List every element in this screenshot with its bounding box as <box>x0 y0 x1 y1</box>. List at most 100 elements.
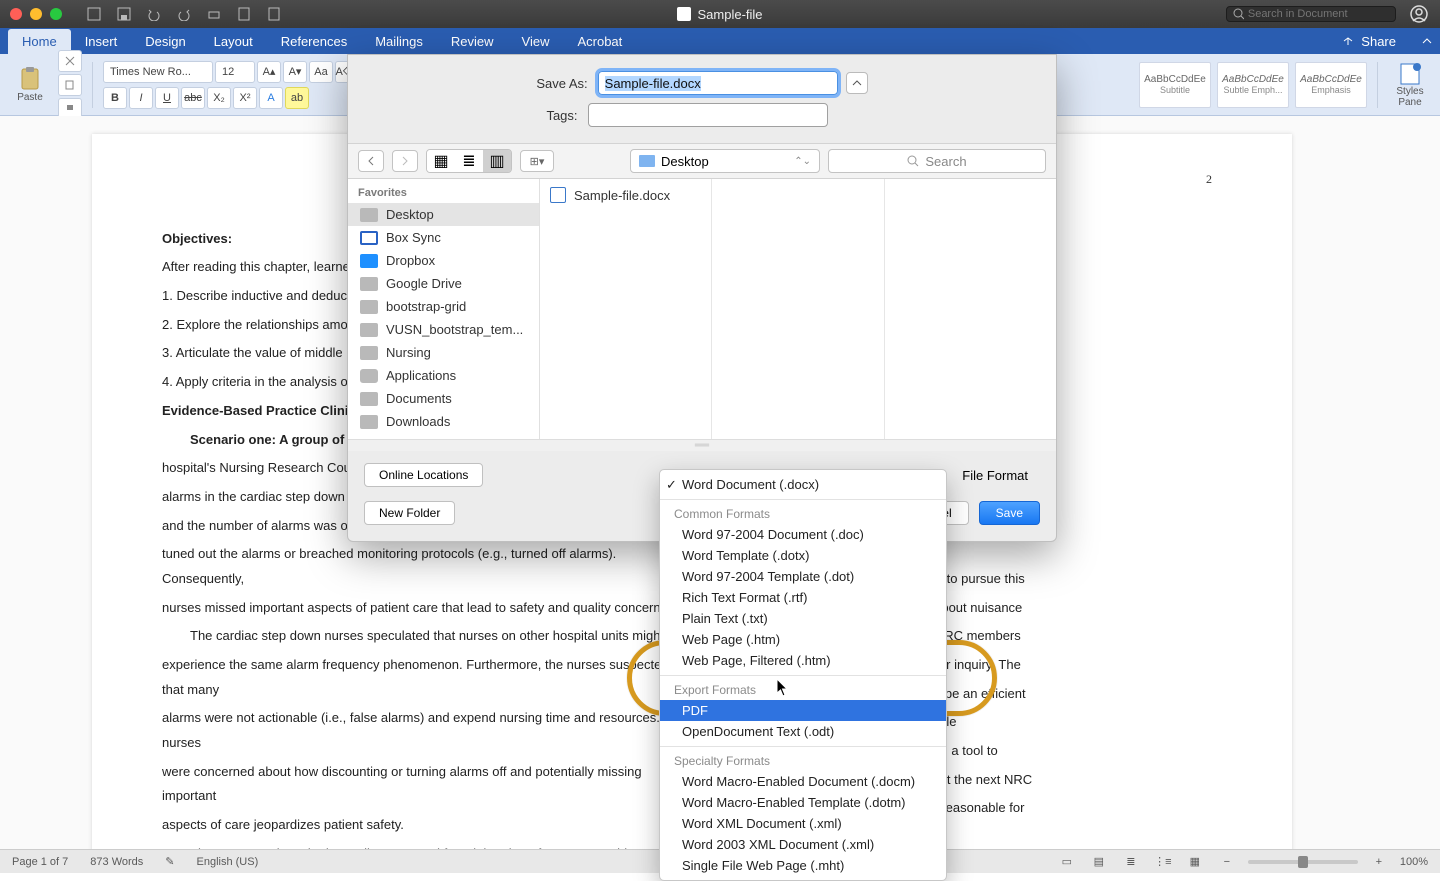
superscript-button[interactable]: X² <box>233 87 257 109</box>
format-option-txt[interactable]: Plain Text (.txt) <box>660 608 946 629</box>
autosave-icon[interactable] <box>84 4 104 24</box>
status-language[interactable]: English (US) <box>197 856 259 868</box>
sidebar-item-dropbox[interactable]: Dropbox <box>348 249 539 272</box>
tab-review[interactable]: Review <box>437 29 508 54</box>
cut-button[interactable] <box>58 50 82 72</box>
paste-button[interactable]: Paste <box>8 58 52 112</box>
finder-column-3[interactable] <box>885 179 1056 439</box>
arrange-button[interactable]: ⊞▾ <box>520 150 554 172</box>
format-option-dotm[interactable]: Word Macro-Enabled Template (.dotm) <box>660 792 946 813</box>
finder-sidebar[interactable]: Favorites Desktop Box Sync Dropbox Googl… <box>348 179 540 439</box>
format-option-htm[interactable]: Web Page (.htm) <box>660 629 946 650</box>
format-option-rtf[interactable]: Rich Text Format (.rtf) <box>660 587 946 608</box>
window-minimize-button[interactable] <box>30 8 42 20</box>
format-option-xml2003[interactable]: Word 2003 XML Document (.xml) <box>660 834 946 855</box>
sidebar-item-downloads[interactable]: Downloads <box>348 410 539 433</box>
format-option-xml[interactable]: Word XML Document (.xml) <box>660 813 946 834</box>
print-icon[interactable] <box>204 4 224 24</box>
format-option-docx[interactable]: Word Document (.docx) <box>660 474 946 495</box>
subscript-button[interactable]: X₂ <box>207 87 231 109</box>
view-list[interactable]: ≣ <box>455 150 483 172</box>
window-close-button[interactable] <box>10 8 22 20</box>
format-option-dot[interactable]: Word 97-2004 Template (.dot) <box>660 566 946 587</box>
sidebar-item-desktop[interactable]: Desktop <box>348 203 539 226</box>
change-case-button[interactable]: Aa <box>309 61 333 83</box>
view-draft-button[interactable]: ▦ <box>1184 853 1206 871</box>
sidebar-item-boxsync[interactable]: Box Sync <box>348 226 539 249</box>
ribbon-collapse-button[interactable] <box>1414 29 1440 54</box>
bold-button[interactable]: B <box>103 87 127 109</box>
save-as-filename-input[interactable] <box>598 71 838 95</box>
format-option-pdf[interactable]: PDF <box>660 700 946 721</box>
italic-button[interactable]: I <box>129 87 153 109</box>
tab-layout[interactable]: Layout <box>200 29 267 54</box>
text-effects-button[interactable]: A <box>259 87 283 109</box>
sidebar-item-bootstrap[interactable]: bootstrap-grid <box>348 295 539 318</box>
tab-mailings[interactable]: Mailings <box>361 29 437 54</box>
view-focus-button[interactable]: ▭ <box>1056 853 1078 871</box>
file-format-menu[interactable]: Word Document (.docx) Common Formats Wor… <box>659 469 947 881</box>
location-select[interactable]: Desktop ⌃⌄ <box>630 149 820 173</box>
collapse-dialog-button[interactable] <box>846 72 868 94</box>
user-account-button[interactable] <box>1408 3 1430 25</box>
copy-button[interactable] <box>58 74 82 96</box>
online-locations-button[interactable]: Online Locations <box>364 463 483 487</box>
title-search-input[interactable] <box>1248 8 1389 20</box>
title-search[interactable] <box>1226 6 1396 22</box>
format-option-odt[interactable]: OpenDocument Text (.odt) <box>660 721 946 742</box>
tab-design[interactable]: Design <box>131 29 199 54</box>
font-size-select[interactable]: 12 <box>215 61 255 83</box>
new-folder-button[interactable]: New Folder <box>364 501 455 525</box>
styles-pane-button[interactable]: Styles Pane <box>1388 58 1432 112</box>
grow-font-button[interactable]: A▴ <box>257 61 281 83</box>
view-outline-button[interactable]: ⋮≡ <box>1152 853 1174 871</box>
shrink-font-button[interactable]: A▾ <box>283 61 307 83</box>
strike-button[interactable]: abc <box>181 87 205 109</box>
sidebar-item-applications[interactable]: Applications <box>348 364 539 387</box>
sidebar-item-googledrive[interactable]: Google Drive <box>348 272 539 295</box>
file-item[interactable]: Sample-file.docx <box>540 183 711 207</box>
zoom-percent[interactable]: 100% <box>1400 856 1428 868</box>
nav-back-button[interactable] <box>358 150 384 172</box>
undo-icon[interactable] <box>144 4 164 24</box>
save-button[interactable]: Save <box>979 501 1040 525</box>
style-subtitle[interactable]: AaBbCcDdEeSubtitle <box>1139 62 1211 108</box>
status-words[interactable]: 873 Words <box>90 856 143 868</box>
zoom-in-button[interactable]: + <box>1368 853 1390 871</box>
format-option-doc[interactable]: Word 97-2004 Document (.doc) <box>660 524 946 545</box>
sidebar-item-nursing[interactable]: Nursing <box>348 341 539 364</box>
template-icon[interactable] <box>234 4 254 24</box>
tab-view[interactable]: View <box>508 29 564 54</box>
finder-search[interactable]: Search <box>828 149 1046 173</box>
tags-input[interactable] <box>588 103 828 127</box>
font-name-select[interactable]: Times New Ro... <box>103 61 213 83</box>
style-emphasis[interactable]: AaBbCcDdEeEmphasis <box>1295 62 1367 108</box>
style-subtle-emphasis[interactable]: AaBbCcDdEeSubtle Emph... <box>1217 62 1289 108</box>
zoom-out-button[interactable]: − <box>1216 853 1238 871</box>
new-doc-icon[interactable] <box>264 4 284 24</box>
redo-icon[interactable] <box>174 4 194 24</box>
view-print-button[interactable]: ▤ <box>1088 853 1110 871</box>
status-spellcheck-icon[interactable]: ✎ <box>165 855 174 868</box>
nav-forward-button[interactable] <box>392 150 418 172</box>
zoom-slider[interactable] <box>1248 860 1358 864</box>
format-option-docm[interactable]: Word Macro-Enabled Document (.docm) <box>660 771 946 792</box>
format-option-htm-filtered[interactable]: Web Page, Filtered (.htm) <box>660 650 946 671</box>
sidebar-item-vusn[interactable]: VUSN_bootstrap_tem... <box>348 318 539 341</box>
share-button[interactable]: Share <box>1331 29 1406 54</box>
format-option-dotx[interactable]: Word Template (.dotx) <box>660 545 946 566</box>
resize-grip[interactable]: ══ <box>348 439 1056 451</box>
view-mode-segment[interactable]: ▦ ≣ ▥ <box>426 149 512 173</box>
underline-button[interactable]: U <box>155 87 179 109</box>
tab-acrobat[interactable]: Acrobat <box>563 29 636 54</box>
window-zoom-button[interactable] <box>50 8 62 20</box>
view-web-button[interactable]: ≣ <box>1120 853 1142 871</box>
finder-column-2[interactable] <box>712 179 884 439</box>
save-icon[interactable] <box>114 4 134 24</box>
highlight-button[interactable]: ab <box>285 87 309 109</box>
view-icon-grid[interactable]: ▦ <box>427 150 455 172</box>
finder-column-1[interactable]: Sample-file.docx <box>540 179 712 439</box>
status-page[interactable]: Page 1 of 7 <box>12 856 68 868</box>
view-columns[interactable]: ▥ <box>483 150 511 172</box>
sidebar-item-documents[interactable]: Documents <box>348 387 539 410</box>
